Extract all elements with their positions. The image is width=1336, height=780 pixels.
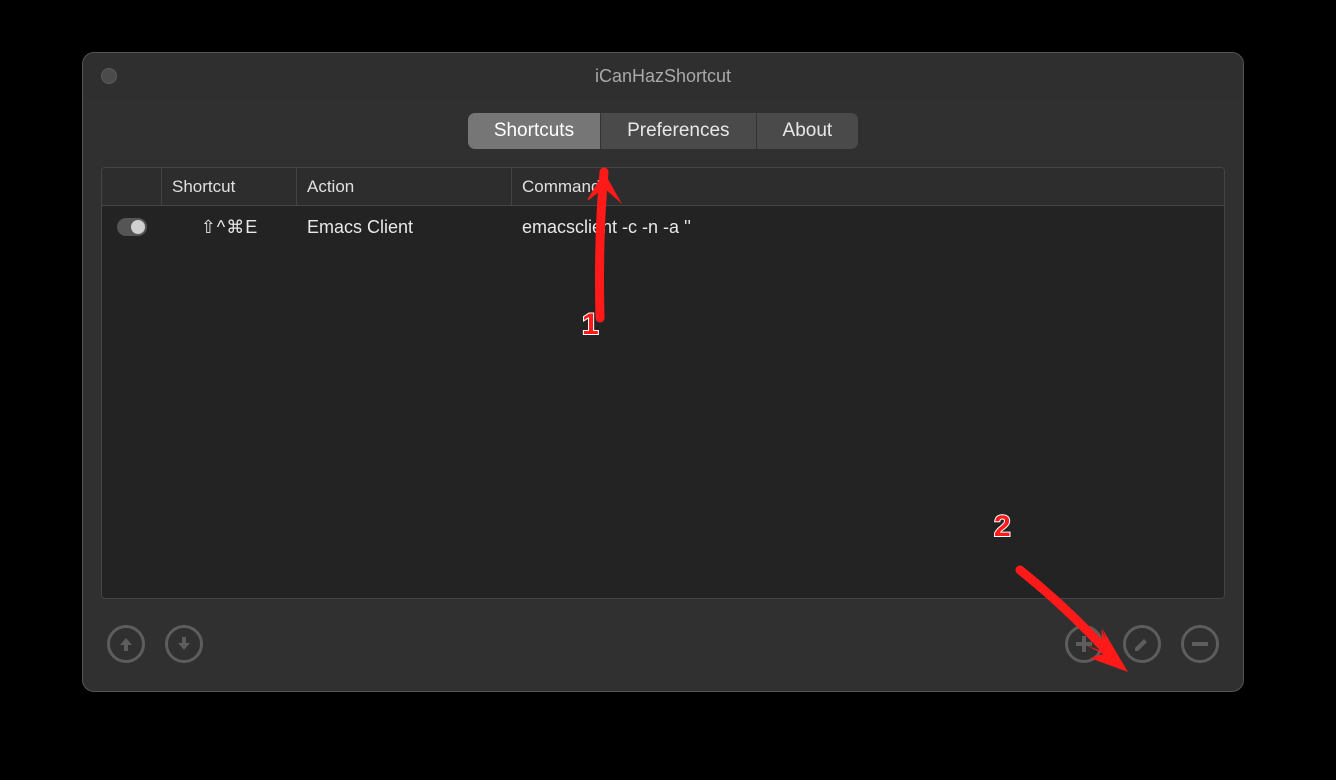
table-header: Shortcut Action Command — [102, 168, 1224, 206]
table-row[interactable]: ⇧^⌘E Emacs Client emacsclient -c -n -a '… — [102, 206, 1224, 248]
col-command[interactable]: Command — [512, 168, 1224, 205]
bottom-toolbar — [83, 617, 1243, 681]
edit-button[interactable] — [1123, 625, 1161, 663]
table-body: ⇧^⌘E Emacs Client emacsclient -c -n -a '… — [102, 206, 1224, 598]
shortcuts-table-frame: Shortcut Action Command ⇧^⌘E Emacs Clien… — [101, 167, 1225, 599]
annotation-label-1: 1 — [582, 308, 599, 342]
cell-enabled[interactable] — [102, 206, 162, 248]
add-button[interactable] — [1065, 625, 1103, 663]
enable-toggle[interactable] — [117, 218, 147, 236]
minus-icon — [1191, 635, 1209, 653]
arrow-down-icon — [176, 636, 192, 652]
move-up-button[interactable] — [107, 625, 145, 663]
window-controls — [101, 68, 117, 84]
col-enabled[interactable] — [102, 168, 162, 205]
edit-group — [1065, 625, 1219, 663]
tab-about[interactable]: About — [757, 113, 859, 149]
cell-action: Emacs Client — [297, 206, 512, 248]
plus-icon — [1075, 635, 1093, 653]
move-down-button[interactable] — [165, 625, 203, 663]
tab-shortcuts[interactable]: Shortcuts — [468, 113, 601, 149]
col-action[interactable]: Action — [297, 168, 512, 205]
app-window: iCanHazShortcut Shortcuts Preferences Ab… — [82, 52, 1244, 692]
titlebar: iCanHazShortcut — [83, 53, 1243, 99]
tab-bar: Shortcuts Preferences About — [83, 99, 1243, 167]
window-title: iCanHazShortcut — [595, 66, 731, 87]
segmented-control: Shortcuts Preferences About — [468, 113, 858, 149]
annotation-label-2: 2 — [994, 510, 1011, 544]
cell-shortcut: ⇧^⌘E — [162, 206, 297, 248]
remove-button[interactable] — [1181, 625, 1219, 663]
reorder-group — [107, 625, 203, 663]
close-window-button[interactable] — [101, 68, 117, 84]
tab-preferences[interactable]: Preferences — [601, 113, 756, 149]
arrow-up-icon — [118, 636, 134, 652]
toggle-knob — [131, 220, 145, 234]
cell-command: emacsclient -c -n -a '' — [512, 206, 1224, 248]
col-shortcut[interactable]: Shortcut — [162, 168, 297, 205]
pencil-icon — [1133, 635, 1151, 653]
